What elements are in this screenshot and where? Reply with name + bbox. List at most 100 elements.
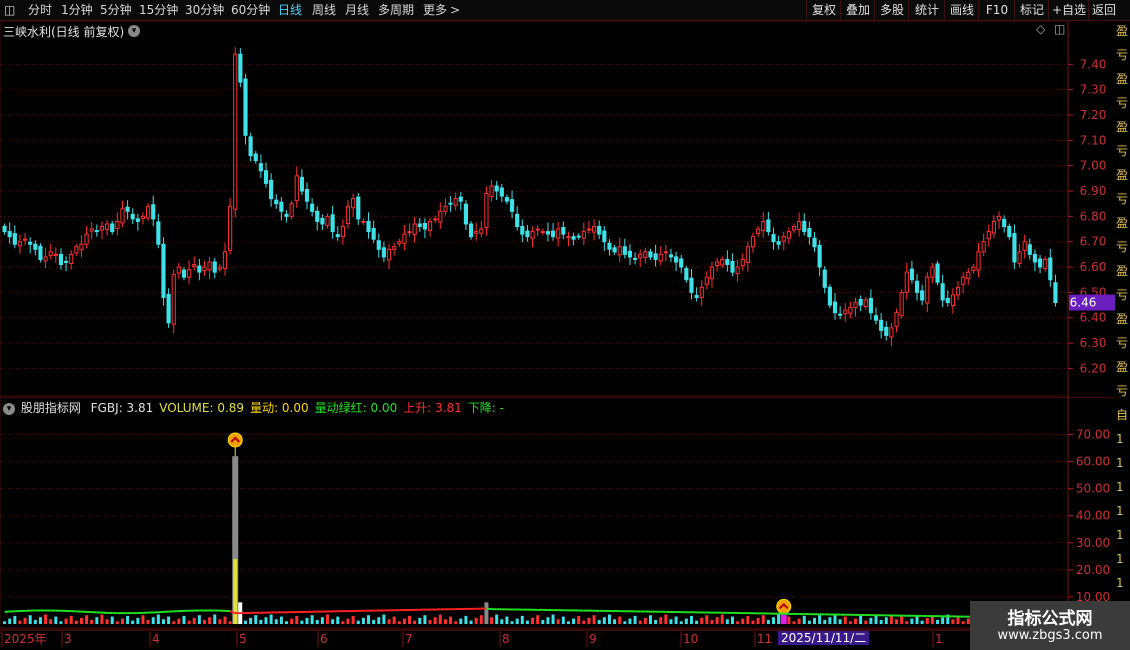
candle-body xyxy=(197,265,202,273)
volume-bar xyxy=(279,616,283,624)
toolbar-button-4[interactable]: 画线 xyxy=(944,0,979,20)
candle-body xyxy=(745,246,750,263)
volume-bar xyxy=(469,620,473,624)
price-chart[interactable]: 7.407.307.207.107.006.906.806.706.606.50… xyxy=(0,21,1115,397)
side-glyph: 盈 xyxy=(1116,312,1129,326)
tab-period-8[interactable]: 月线 xyxy=(345,0,369,20)
candle-body xyxy=(612,247,617,253)
volume-bar xyxy=(797,618,801,624)
diamond-icon[interactable]: ◇ xyxy=(1036,22,1045,36)
volume-bar xyxy=(925,617,929,624)
candle-body xyxy=(1043,258,1048,270)
tab-period-3[interactable]: 15分钟 xyxy=(139,0,178,20)
tab-period-10[interactable]: 更多 xyxy=(423,0,447,20)
candle-body xyxy=(581,231,586,239)
indicator-name: 股朋指标网 xyxy=(20,401,81,415)
tab-period-1[interactable]: 1分钟 xyxy=(61,0,93,20)
last-price-label: 6.46 xyxy=(1070,296,1097,310)
toolbar-button-5[interactable]: F10 xyxy=(978,0,1015,20)
volume-bar xyxy=(356,620,360,624)
volume-bar xyxy=(64,618,68,624)
volume-bar xyxy=(643,617,647,624)
candle-body xyxy=(458,196,463,202)
volume-bar xyxy=(956,616,960,624)
candle-body xyxy=(1022,241,1027,251)
candle-body xyxy=(366,220,371,233)
indicator-chevron-icon[interactable]: ▾ xyxy=(3,401,15,415)
magenta-bar xyxy=(780,614,787,624)
candle-body xyxy=(74,246,79,254)
volume-bar xyxy=(961,621,965,624)
candle-body xyxy=(130,213,135,220)
candle-body xyxy=(530,231,535,239)
candle-body xyxy=(315,210,320,222)
candle-body xyxy=(345,205,351,224)
price-tick-label: 6.40 xyxy=(1080,311,1107,325)
candle-body xyxy=(258,163,263,172)
tab-period-2[interactable]: 5分钟 xyxy=(100,0,132,20)
volume-bar xyxy=(18,620,22,624)
volume-bar xyxy=(413,620,417,624)
volume-bar xyxy=(874,615,878,624)
sidebar-toggle-icon[interactable]: ◫ xyxy=(4,0,15,20)
volume-bar xyxy=(720,614,724,624)
panel-toggle-icon[interactable]: ◫ xyxy=(1054,22,1065,36)
toolbar-button-8[interactable]: 返回 xyxy=(1088,0,1119,20)
chevron-right-icon[interactable]: > xyxy=(450,0,460,20)
price-tick-label: 7.20 xyxy=(1080,108,1107,122)
volume-bar xyxy=(705,615,709,624)
candle-body xyxy=(253,153,258,162)
candle-body xyxy=(340,226,345,238)
tab-period-5[interactable]: 60分钟 xyxy=(231,0,270,20)
candle-body xyxy=(263,170,269,184)
volume-bar xyxy=(167,616,171,624)
candle-body xyxy=(269,179,274,200)
toolbar-button-3[interactable]: 统计 xyxy=(908,0,945,20)
volume-bar xyxy=(725,619,729,624)
volume-bar xyxy=(813,617,817,624)
candle-body xyxy=(1032,253,1038,263)
grey-bar xyxy=(484,602,489,624)
indicator-chart[interactable]: 70.0060.0050.0040.0030.0020.0010.002025年… xyxy=(0,397,1115,650)
volume-bar xyxy=(141,615,145,624)
candle-body xyxy=(181,269,187,278)
candle-body xyxy=(361,220,366,223)
candle-body xyxy=(617,246,622,256)
toolbar-button-6[interactable]: 标记 xyxy=(1014,0,1049,20)
volume-bar xyxy=(613,619,617,624)
volume-bar xyxy=(90,619,94,624)
volume-bar xyxy=(408,615,412,624)
side-glyph: 1 xyxy=(1116,480,1124,494)
volume-bar xyxy=(736,621,740,624)
volume-bar xyxy=(443,619,447,624)
toolbar-button-7[interactable]: +自选 xyxy=(1048,0,1089,20)
volume-bar xyxy=(372,619,376,624)
candle-body xyxy=(289,203,294,217)
side-glyph: 亏 xyxy=(1116,48,1129,62)
volume-bar xyxy=(597,619,601,624)
tab-period-7[interactable]: 周线 xyxy=(312,0,336,20)
candle-body xyxy=(248,136,253,157)
chevron-down-icon[interactable]: ▾ xyxy=(128,23,140,37)
volume-bar xyxy=(218,619,222,624)
volume-bar xyxy=(228,621,232,624)
candle-body xyxy=(889,327,894,338)
volume-bar xyxy=(864,620,868,624)
candle-body xyxy=(684,268,689,281)
candle-body xyxy=(356,196,361,220)
toolbar-button-0[interactable]: 复权 xyxy=(806,0,841,20)
up-arrow-icon xyxy=(776,598,792,614)
candle-body xyxy=(38,245,43,260)
tab-period-9[interactable]: 多周期 xyxy=(378,0,414,20)
toolbar-button-2[interactable]: 多股 xyxy=(874,0,909,20)
tab-period-6[interactable]: 日线 xyxy=(278,0,302,20)
tab-period-4[interactable]: 30分钟 xyxy=(185,0,224,20)
candle-body xyxy=(79,243,84,251)
x-axis-label: 3 xyxy=(64,632,72,646)
candle-body xyxy=(484,193,489,229)
tab-period-0[interactable]: 分时 xyxy=(28,0,52,20)
toolbar-button-1[interactable]: 叠加 xyxy=(840,0,875,20)
volume-bar xyxy=(854,618,858,624)
volume-bar xyxy=(49,619,53,624)
volume-bar xyxy=(295,615,299,624)
